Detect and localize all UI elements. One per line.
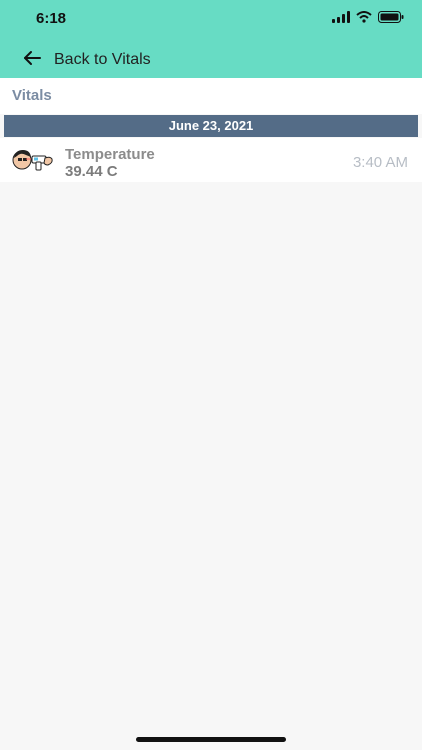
vital-value: 39.44 C xyxy=(65,163,118,180)
section-title: Vitals xyxy=(12,87,52,104)
wifi-icon xyxy=(356,10,372,28)
thermometer-person-icon xyxy=(12,147,54,173)
arrow-left-icon xyxy=(22,49,42,72)
signal-icon xyxy=(332,10,350,28)
status-time: 6:18 xyxy=(36,10,67,27)
back-button-label: Back to Vitals xyxy=(54,51,151,68)
vital-time: 3:40 AM xyxy=(352,154,408,171)
home-indicator[interactable] xyxy=(136,737,286,742)
battery-icon xyxy=(378,10,404,28)
back-button[interactable]: Back to Vitals xyxy=(22,46,151,74)
status-icons xyxy=(332,10,404,28)
top-bar: 6:18 Back to Vitals xyxy=(0,0,422,78)
vital-row[interactable]: Temperature 39.44 C 3:40 AM xyxy=(0,138,422,182)
section-header: Vitals xyxy=(0,78,422,114)
vital-name: Temperature xyxy=(65,146,155,163)
date-group-header: June 23, 2021 xyxy=(4,115,418,137)
